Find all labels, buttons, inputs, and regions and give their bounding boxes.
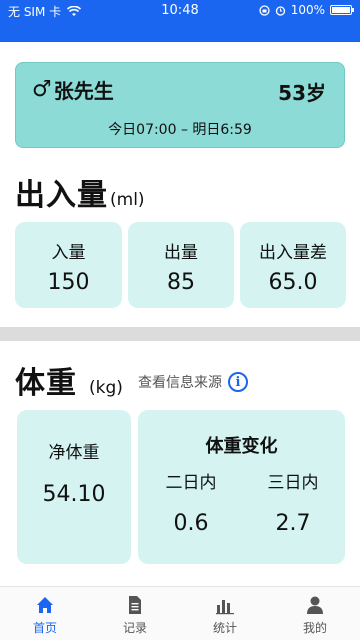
- intake-value: 150: [47, 270, 90, 295]
- status-bar: 无 SIM 卡 10:48 100%: [0, 0, 360, 42]
- output-value: 85: [167, 270, 195, 295]
- patient-name: 张先生: [53, 79, 114, 103]
- status-right: 100%: [259, 3, 354, 17]
- user-icon: [307, 596, 323, 614]
- tab-records-label: 记录: [122, 621, 147, 635]
- net-weight-label: 净体重: [48, 443, 100, 463]
- battery-percent: 100%: [290, 3, 325, 17]
- male-icon: ♂: [32, 77, 52, 102]
- three-day-label: 三日内: [267, 473, 319, 493]
- net-weight-box[interactable]: 净体重 54.10: [17, 410, 131, 564]
- time-range: 今日07:00 – 明日6:59: [108, 122, 252, 138]
- patient-card[interactable]: ♂ 张先生 53岁 今日07:00 – 明日6:59: [15, 62, 345, 148]
- three-day-change: 三日内 2.7: [243, 468, 343, 536]
- tab-statistics-label: 统计: [212, 621, 237, 635]
- two-day-label: 二日内: [165, 473, 217, 493]
- weight-change-box[interactable]: 体重变化 二日内 0.6 三日内 2.7: [138, 410, 345, 564]
- document-icon: [129, 596, 141, 614]
- weight-title: 体重: [15, 366, 77, 401]
- tab-statistics[interactable]: 统计: [180, 587, 270, 640]
- two-day-value: 0.6: [173, 511, 209, 536]
- weight-heading: 体重 (kg): [15, 358, 123, 402]
- bar-chart-icon: [216, 600, 234, 615]
- intake-output-title: 出入量: [15, 178, 108, 213]
- patient-name-row: ♂ 张先生: [32, 75, 114, 104]
- tab-profile[interactable]: 我的: [270, 587, 360, 640]
- patient-age: 53岁: [278, 81, 326, 105]
- difference-value: 65.0: [268, 270, 318, 295]
- weight-unit: (kg): [89, 378, 123, 398]
- intake-label: 入量: [51, 243, 86, 263]
- info-source-label: 查看信息来源: [138, 375, 222, 391]
- net-weight-value: 54.10: [42, 482, 106, 507]
- intake-box[interactable]: 入量 150: [15, 222, 122, 308]
- battery-icon: [330, 5, 354, 15]
- output-label: 出量: [164, 243, 198, 263]
- tab-home-label: 首页: [32, 621, 57, 635]
- tab-home[interactable]: 首页: [0, 587, 90, 640]
- section-divider: [0, 327, 360, 341]
- home-icon: [37, 597, 53, 613]
- two-day-change: 二日内 0.6: [141, 468, 241, 536]
- weight-change-title: 体重变化: [205, 436, 278, 457]
- output-box[interactable]: 出量 85: [128, 222, 234, 308]
- info-source-link[interactable]: 查看信息来源 i: [138, 372, 248, 392]
- difference-label: 出入量差: [259, 243, 327, 263]
- battery-fill: [332, 7, 350, 13]
- alarm-icon: [275, 5, 285, 16]
- intake-output-heading: 出入量 (ml): [15, 170, 145, 214]
- intake-output-unit: (ml): [110, 190, 145, 210]
- three-day-value: 2.7: [275, 511, 311, 536]
- tab-records[interactable]: 记录: [90, 587, 180, 640]
- difference-box[interactable]: 出入量差 65.0: [240, 222, 346, 308]
- info-icon[interactable]: i: [228, 372, 248, 392]
- orientation-lock-icon: [259, 4, 270, 16]
- bottom-tab-bar: 首页 记录 统计 我的: [0, 586, 360, 640]
- tab-profile-label: 我的: [302, 621, 327, 635]
